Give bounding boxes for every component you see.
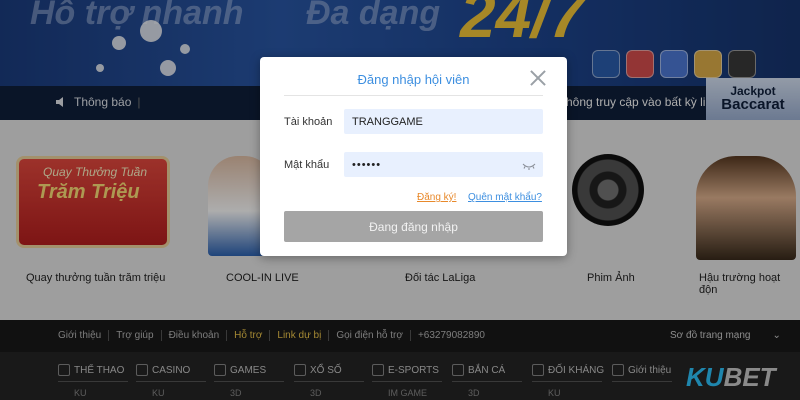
eye-off-icon[interactable]	[522, 159, 536, 171]
login-modal: Đăng nhập hội viên Tài khoản Mật khẩu Đă…	[260, 57, 567, 256]
username-input[interactable]	[344, 109, 543, 134]
forgot-password-link[interactable]: Quên mật khẩu?	[468, 192, 542, 203]
divider	[284, 95, 543, 96]
login-submit-button[interactable]: Đang đăng nhập	[284, 211, 543, 242]
register-link[interactable]: Đăng ký!	[417, 192, 456, 203]
close-icon[interactable]	[529, 69, 547, 87]
password-input[interactable]	[344, 152, 543, 177]
password-label: Mật khẩu	[284, 159, 330, 171]
modal-title: Đăng nhập hội viên	[357, 72, 470, 87]
username-label: Tài khoản	[284, 116, 333, 128]
